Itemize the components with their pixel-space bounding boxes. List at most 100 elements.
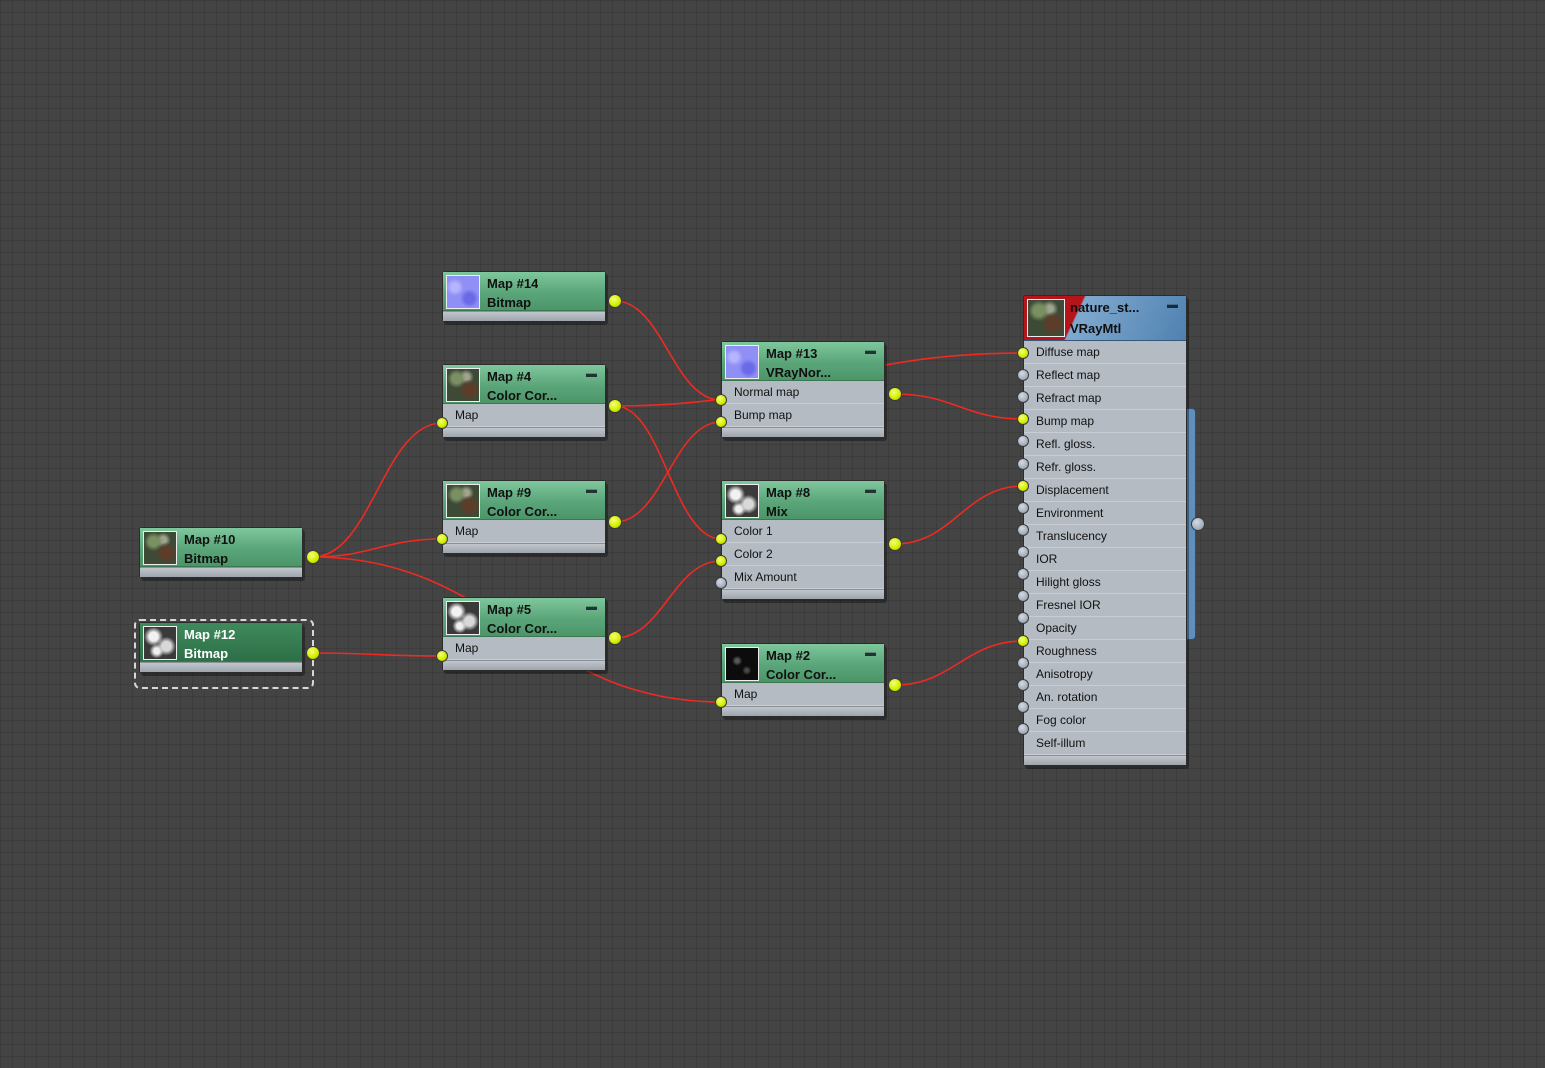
input-socket-bump-map[interactable] xyxy=(1017,413,1029,425)
slot-normal-map[interactable]: Normal map xyxy=(722,381,884,404)
input-socket-map8-mix-amount[interactable] xyxy=(715,577,727,589)
output-socket-map13[interactable] xyxy=(888,387,902,401)
node-header[interactable]: Map #12 Bitmap xyxy=(140,623,302,662)
node-resize-grip[interactable] xyxy=(443,543,605,553)
node-map-5[interactable]: Map #5 Color Cor... ▬ Map xyxy=(442,597,606,671)
input-socket-map8-color-2[interactable] xyxy=(715,555,727,567)
wire-map5-to-map8[interactable] xyxy=(614,560,722,639)
node-resize-grip[interactable] xyxy=(722,589,884,599)
node-header[interactable]: Map #14 Bitmap xyxy=(443,272,605,311)
node-vraymtl[interactable]: nature_st... VRayMtl ▬ Diffuse map Refle… xyxy=(1023,295,1187,766)
slot-refl-gloss[interactable]: Refl. gloss. xyxy=(1024,433,1186,456)
node-header[interactable]: Map #8 Mix ▬ xyxy=(722,481,884,520)
slot-diffuse-map[interactable]: Diffuse map xyxy=(1024,341,1186,364)
slot-opacity[interactable]: Opacity xyxy=(1024,617,1186,640)
input-socket-roughness[interactable] xyxy=(1017,635,1029,647)
slot-map[interactable]: Map xyxy=(722,683,884,706)
input-socket-ior[interactable] xyxy=(1017,546,1029,558)
input-socket-map2-map[interactable] xyxy=(715,696,727,708)
node-resize-grip[interactable] xyxy=(140,662,302,672)
slot-fog-color[interactable]: Fog color xyxy=(1024,709,1186,732)
slot-hilight-gloss[interactable]: Hilight gloss xyxy=(1024,571,1186,594)
output-socket-map8[interactable] xyxy=(888,537,902,551)
input-socket-an-rotation[interactable] xyxy=(1017,679,1029,691)
slot-refract-map[interactable]: Refract map xyxy=(1024,387,1186,410)
node-map-12[interactable]: Map #12 Bitmap xyxy=(139,622,303,673)
input-socket-self-illum[interactable] xyxy=(1017,723,1029,735)
input-socket-refr-gloss[interactable] xyxy=(1017,458,1029,470)
node-map-2[interactable]: Map #2 Color Cor... ▬ Map xyxy=(721,643,885,717)
input-socket-map4-map[interactable] xyxy=(436,417,448,429)
wire-map10-to-map4[interactable] xyxy=(312,422,443,558)
wire-map13-to-mtl[interactable] xyxy=(894,393,1024,420)
wire-map9-to-map13[interactable] xyxy=(614,421,722,523)
slot-map[interactable]: Map xyxy=(443,520,605,543)
node-map-9[interactable]: Map #9 Color Cor... ▬ Map xyxy=(442,480,606,554)
node-map-14[interactable]: Map #14 Bitmap xyxy=(442,271,606,322)
slot-bump-map[interactable]: Bump map xyxy=(722,404,884,427)
output-socket-map2[interactable] xyxy=(888,678,902,692)
wire-map10-to-map9[interactable] xyxy=(312,538,443,558)
minimize-icon[interactable]: ▬ xyxy=(586,485,597,496)
input-socket-map13-bump-map[interactable] xyxy=(715,416,727,428)
node-resize-grip[interactable] xyxy=(722,427,884,437)
input-socket-diffuse-map[interactable] xyxy=(1017,347,1029,359)
wire-map14-to-map13[interactable] xyxy=(614,300,722,401)
input-socket-environment[interactable] xyxy=(1017,502,1029,514)
slot-fresnel-ior[interactable]: Fresnel IOR xyxy=(1024,594,1186,617)
node-header[interactable]: Map #4 Color Cor... ▬ xyxy=(443,365,605,404)
node-resize-grip[interactable] xyxy=(1024,755,1186,765)
node-header[interactable]: Map #9 Color Cor... ▬ xyxy=(443,481,605,520)
node-header[interactable]: Map #13 VRayNor... ▬ xyxy=(722,342,884,381)
node-header[interactable]: Map #10 Bitmap xyxy=(140,528,302,567)
minimize-icon[interactable]: ▬ xyxy=(1167,300,1178,311)
slot-color-1[interactable]: Color 1 xyxy=(722,520,884,543)
node-map-10[interactable]: Map #10 Bitmap xyxy=(139,527,303,578)
node-header[interactable]: Map #2 Color Cor... ▬ xyxy=(722,644,884,683)
output-socket-map12[interactable] xyxy=(306,646,320,660)
input-socket-map13-normal-map[interactable] xyxy=(715,394,727,406)
slot-ior[interactable]: IOR xyxy=(1024,548,1186,571)
slot-environment[interactable]: Environment xyxy=(1024,502,1186,525)
input-socket-translucency[interactable] xyxy=(1017,524,1029,536)
input-socket-map5-map[interactable] xyxy=(436,650,448,662)
slot-mix-amount[interactable]: Mix Amount xyxy=(722,566,884,589)
node-resize-grip[interactable] xyxy=(443,427,605,437)
input-socket-hilight-gloss[interactable] xyxy=(1017,568,1029,580)
slot-an-rotation[interactable]: An. rotation xyxy=(1024,686,1186,709)
output-socket-map4[interactable] xyxy=(608,399,622,413)
node-map-4[interactable]: Map #4 Color Cor... ▬ Map xyxy=(442,364,606,438)
slot-map[interactable]: Map xyxy=(443,404,605,427)
slot-color-2[interactable]: Color 2 xyxy=(722,543,884,566)
minimize-icon[interactable]: ▬ xyxy=(586,369,597,380)
input-socket-displacement[interactable] xyxy=(1017,480,1029,492)
input-socket-map9-map[interactable] xyxy=(436,533,448,545)
output-socket-map9[interactable] xyxy=(608,515,622,529)
output-socket-map5[interactable] xyxy=(608,631,622,645)
node-map-8[interactable]: Map #8 Mix ▬ Color 1 Color 2 Mix Amount xyxy=(721,480,885,600)
wire-map4-to-map8[interactable] xyxy=(614,405,722,540)
input-socket-refract-map[interactable] xyxy=(1017,391,1029,403)
input-socket-opacity[interactable] xyxy=(1017,612,1029,624)
slot-reflect-map[interactable]: Reflect map xyxy=(1024,364,1186,387)
slot-bump-map[interactable]: Bump map xyxy=(1024,410,1186,433)
node-header[interactable]: nature_st... VRayMtl ▬ xyxy=(1024,296,1186,341)
slot-map[interactable]: Map xyxy=(443,637,605,660)
output-socket-map10[interactable] xyxy=(306,550,320,564)
wire-map8-to-mtl[interactable] xyxy=(894,485,1024,545)
node-resize-grip[interactable] xyxy=(140,567,302,577)
wire-map2-to-mtl[interactable] xyxy=(894,640,1024,686)
input-socket-refl-gloss[interactable] xyxy=(1017,435,1029,447)
minimize-icon[interactable]: ▬ xyxy=(865,346,876,357)
slot-displacement[interactable]: Displacement xyxy=(1024,479,1186,502)
input-socket-fog-color[interactable] xyxy=(1017,701,1029,713)
slot-self-illum[interactable]: Self-illum xyxy=(1024,732,1186,755)
slot-roughness[interactable]: Roughness xyxy=(1024,640,1186,663)
output-socket-map14[interactable] xyxy=(608,294,622,308)
input-socket-anisotropy[interactable] xyxy=(1017,657,1029,669)
minimize-icon[interactable]: ▬ xyxy=(586,602,597,613)
minimize-icon[interactable]: ▬ xyxy=(865,485,876,496)
wire-map12-to-map5[interactable] xyxy=(312,652,443,657)
node-resize-grip[interactable] xyxy=(722,706,884,716)
input-socket-map8-color-1[interactable] xyxy=(715,533,727,545)
